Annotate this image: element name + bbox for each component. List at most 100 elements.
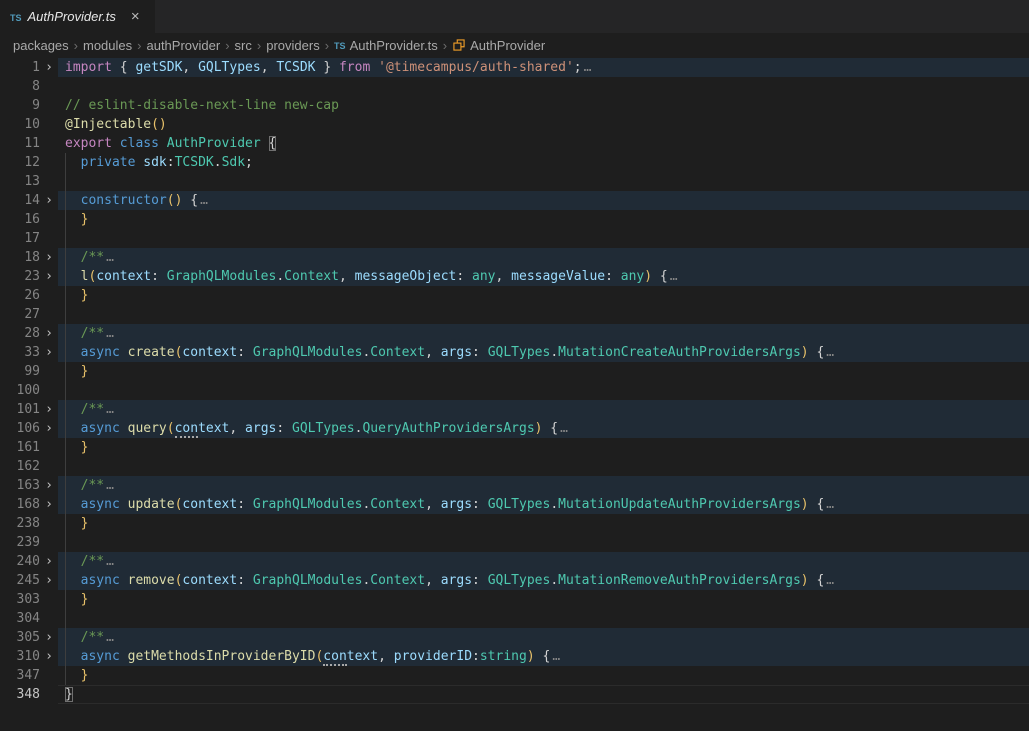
code-text: constructor() {… <box>58 191 1029 210</box>
fold-chevron-icon[interactable]: › <box>40 191 58 210</box>
fold-chevron-icon[interactable]: › <box>40 343 58 362</box>
fold-gutter-space <box>40 153 58 172</box>
breadcrumb-item-packages[interactable]: packages <box>13 38 69 53</box>
code-line-240[interactable]: 240› /**… <box>0 552 1029 571</box>
breadcrumb-item-file[interactable]: TSAuthProvider.ts <box>334 38 438 53</box>
code-line-17[interactable]: 17 <box>0 229 1029 248</box>
code-line-28[interactable]: 28› /**… <box>0 324 1029 343</box>
fold-chevron-icon[interactable]: › <box>40 267 58 286</box>
code-text: /**… <box>58 248 1029 267</box>
code-token: /** <box>65 554 104 569</box>
code-line-26[interactable]: 26 } <box>0 286 1029 305</box>
code-line-18[interactable]: 18› /**… <box>0 248 1029 267</box>
line-number: 101 <box>0 400 40 419</box>
code-text: } <box>58 438 1029 457</box>
line-number: 163 <box>0 476 40 495</box>
code-line-101[interactable]: 101› /**… <box>0 400 1029 419</box>
fold-chevron-icon[interactable]: › <box>40 628 58 647</box>
code-token: text <box>198 421 229 436</box>
code-token: GraphQLModules <box>167 269 277 284</box>
code-token: Context <box>370 573 425 588</box>
breadcrumb-item-modules[interactable]: modules <box>83 38 132 53</box>
breadcrumb-item-symbol[interactable]: AuthProvider <box>452 38 545 53</box>
code-text: } <box>58 590 1029 609</box>
code-token: ) <box>801 573 809 588</box>
code-text: /**… <box>58 628 1029 647</box>
code-line-8[interactable]: 8 <box>0 77 1029 96</box>
code-token: : <box>472 649 480 664</box>
fold-gutter-space <box>40 685 58 704</box>
fold-chevron-icon[interactable]: › <box>40 552 58 571</box>
code-token: messageValue <box>511 269 605 284</box>
code-line-10[interactable]: 10@Injectable() <box>0 115 1029 134</box>
code-line-13[interactable]: 13 <box>0 172 1029 191</box>
code-token: export <box>65 136 120 151</box>
fold-chevron-icon[interactable]: › <box>40 400 58 419</box>
breadcrumb-item-authProvider[interactable]: authProvider <box>146 38 220 53</box>
code-token: () <box>151 117 167 132</box>
code-token: Sdk <box>222 155 245 170</box>
code-line-239[interactable]: 239 <box>0 533 1029 552</box>
code-token: } <box>65 288 88 303</box>
code-line-27[interactable]: 27 <box>0 305 1029 324</box>
tab-close-icon[interactable]: × <box>128 8 143 25</box>
line-number: 14 <box>0 191 40 210</box>
code-line-310[interactable]: 310› async getMethodsInProviderByID(cont… <box>0 647 1029 666</box>
code-line-245[interactable]: 245› async remove(context: GraphQLModule… <box>0 571 1029 590</box>
fold-gutter-space <box>40 590 58 609</box>
code-line-305[interactable]: 305› /**… <box>0 628 1029 647</box>
line-number: 12 <box>0 153 40 172</box>
code-token: GraphQLModules <box>253 345 363 360</box>
code-text: async query(context, args: GQLTypes.Quer… <box>58 419 1029 438</box>
code-token: { <box>652 269 668 284</box>
breadcrumb-item-providers[interactable]: providers <box>266 38 319 53</box>
breadcrumb-item-src[interactable]: src <box>235 38 252 53</box>
code-token: args <box>441 497 472 512</box>
line-number: 10 <box>0 115 40 134</box>
code-line-304[interactable]: 304 <box>0 609 1029 628</box>
code-token: } <box>65 440 88 455</box>
code-token: QueryAuthProvidersArgs <box>362 421 534 436</box>
fold-chevron-icon[interactable]: › <box>40 495 58 514</box>
code-line-168[interactable]: 168› async update(context: GraphQLModule… <box>0 495 1029 514</box>
code-line-11[interactable]: 11export class AuthProvider { <box>0 134 1029 153</box>
code-line-238[interactable]: 238 } <box>0 514 1029 533</box>
code-line-99[interactable]: 99 } <box>0 362 1029 381</box>
code-line-347[interactable]: 347 } <box>0 666 1029 685</box>
fold-chevron-icon[interactable]: › <box>40 571 58 590</box>
code-line-106[interactable]: 106› async query(context, args: GQLTypes… <box>0 419 1029 438</box>
code-text: l(context: GraphQLModules.Context, messa… <box>58 267 1029 286</box>
code-token: args <box>245 421 276 436</box>
code-line-100[interactable]: 100 <box>0 381 1029 400</box>
fold-chevron-icon[interactable]: › <box>40 248 58 267</box>
code-line-162[interactable]: 162 <box>0 457 1029 476</box>
fold-chevron-icon[interactable]: › <box>40 324 58 343</box>
fold-chevron-icon[interactable]: › <box>40 476 58 495</box>
code-line-303[interactable]: 303 } <box>0 590 1029 609</box>
fold-chevron-icon[interactable]: › <box>40 58 58 77</box>
code-token: : <box>276 421 292 436</box>
code-line-33[interactable]: 33› async create(context: GraphQLModules… <box>0 343 1029 362</box>
breadcrumb-separator: › <box>137 38 141 53</box>
code-token: { <box>542 421 558 436</box>
code-line-14[interactable]: 14› constructor() {… <box>0 191 1029 210</box>
code-line-16[interactable]: 16 } <box>0 210 1029 229</box>
fold-ellipsis: … <box>106 250 114 265</box>
code-line-161[interactable]: 161 } <box>0 438 1029 457</box>
code-token: from <box>339 60 378 75</box>
code-line-348[interactable]: 348} <box>0 685 1029 704</box>
code-text: /**… <box>58 400 1029 419</box>
fold-chevron-icon[interactable]: › <box>40 647 58 666</box>
code-line-12[interactable]: 12 private sdk:TCSDK.Sdk; <box>0 153 1029 172</box>
code-token: MutationRemoveAuthProvidersArgs <box>558 573 801 588</box>
tab-authprovider[interactable]: TS AuthProvider.ts × <box>0 0 155 33</box>
code-line-23[interactable]: 23› l(context: GraphQLModules.Context, m… <box>0 267 1029 286</box>
code-line-163[interactable]: 163› /**… <box>0 476 1029 495</box>
fold-gutter-space <box>40 286 58 305</box>
fold-chevron-icon[interactable]: › <box>40 419 58 438</box>
line-number: 310 <box>0 647 40 666</box>
code-line-1[interactable]: 1›import { getSDK, GQLTypes, TCSDK } fro… <box>0 58 1029 77</box>
fold-gutter-space <box>40 115 58 134</box>
fold-gutter-space <box>40 172 58 191</box>
code-line-9[interactable]: 9// eslint-disable-next-line new-cap <box>0 96 1029 115</box>
